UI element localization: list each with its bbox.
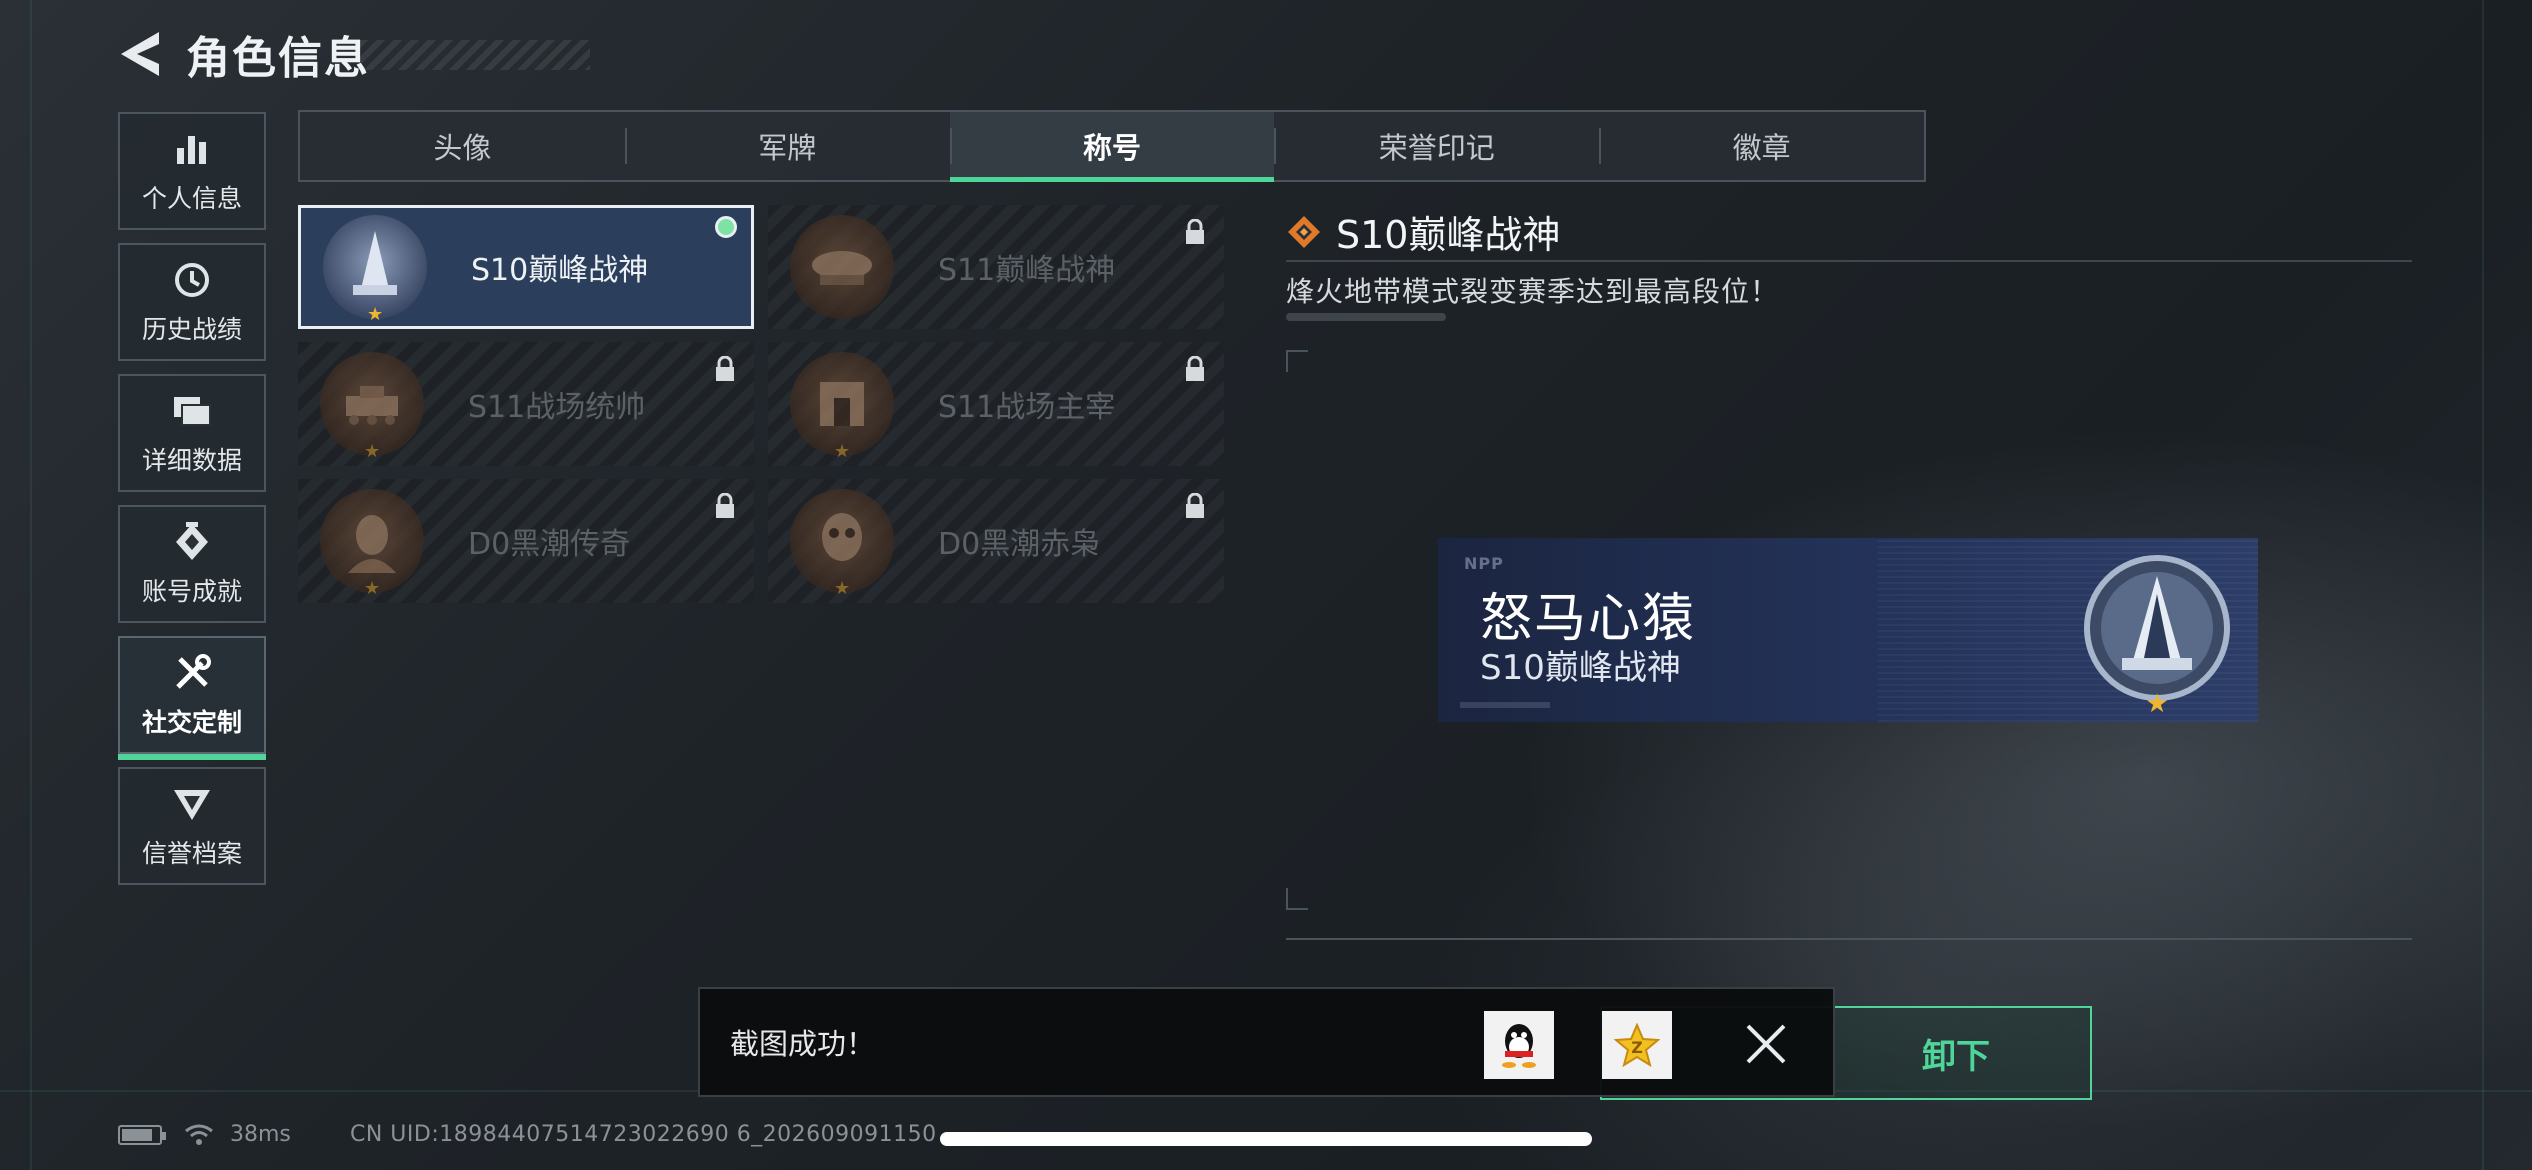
medal-icon [790,215,894,319]
plate-logo: NPP [1464,554,1504,573]
star-icon: ★ [364,578,381,599]
star-icon: ★ [364,441,381,462]
wifi-icon [185,1124,213,1145]
title-card-label: S11战场统帅 [468,390,646,425]
tab-dog-tag[interactable]: 军牌 [624,112,950,180]
medal-icon: ★ [790,352,894,462]
title-card-label: D0黑潮传奇 [468,527,631,562]
tab-title[interactable]: 称号 [949,112,1275,182]
svg-text:★: ★ [2145,689,2168,716]
qq-icon [1502,1024,1536,1068]
share-qq-button[interactable] [1484,1011,1554,1079]
detail-description: 烽火地带模式裂变赛季达到最高段位！ [1286,275,1780,308]
back-arrow-icon [121,32,159,76]
deco-line [30,0,32,1170]
tab-badge[interactable]: 徽章 [1599,112,1924,180]
blurred-text [1286,313,1446,321]
history-clock-icon [170,258,214,302]
medal-icon: ★ [320,352,424,462]
title-card-label: S11巅峰战神 [938,253,1116,288]
title-card-label: D0黑潮赤枭 [938,527,1101,562]
folder-icon [170,389,214,433]
close-button[interactable] [1735,1013,1797,1075]
title-card[interactable]: ★ S11战场主宰 [768,342,1224,466]
close-icon [1746,1024,1786,1064]
name-plate-preview: NPP 怒马心猿 S10巅峰战神 ★ [1438,538,2258,722]
toast-message: 截图成功！ [730,1027,876,1061]
star-icon: ★ [834,441,851,462]
title-card[interactable]: S11巅峰战神 [768,205,1224,329]
deco-line [2482,0,2484,1170]
medal-icon: ★ [790,489,894,599]
sidebar-item-achievements[interactable]: 账号成就 [118,505,266,623]
svg-text:Z: Z [1631,1038,1643,1057]
title-card[interactable]: ★ D0黑潮赤枭 [768,479,1224,603]
lock-icon [1186,356,1204,381]
user-uid: CN UID:18984407514723022690 6_2026090911… [350,1122,937,1147]
bar-chart-icon [170,127,214,171]
tab-bar: 头像 军牌 称号 荣誉印记 徽章 [298,110,1926,182]
home-indicator[interactable] [940,1132,1592,1146]
share-qzone-button[interactable]: Z [1602,1011,1672,1079]
medal-icon: ★ [320,489,424,599]
sidebar-item-label: 账号成就 [141,577,242,606]
sidebar-item-detailed-data[interactable]: 详细数据 [118,374,266,492]
lock-icon [716,493,734,518]
sidebar-item-label: 信誉档案 [141,839,242,868]
plate-title: S10巅峰战神 [1480,648,1681,688]
screenshot-toast: 截图成功！ Z [698,987,1835,1097]
medal-icon: ★ [2084,555,2230,716]
equipped-indicator [715,216,737,238]
lock-icon [1186,493,1204,518]
title-card-label: S11战场主宰 [938,390,1116,425]
reputation-icon [170,782,214,826]
title-card[interactable]: ★ S11战场统帅 [298,342,754,466]
detail-header: S10巅峰战神 [1286,204,1560,259]
ping-value: 38ms [230,1122,291,1147]
detail-title: S10巅峰战神 [1336,213,1561,257]
qzone-star-icon: Z [1614,1023,1660,1067]
lock-icon [1186,219,1204,244]
title-card-label: S10巅峰战神 [471,253,649,288]
divider [1286,938,2412,940]
lock-icon [716,356,734,381]
star-icon: ★ [834,578,851,599]
title-card[interactable]: ★ D0黑潮传奇 [298,479,754,603]
tab-honor-mark[interactable]: 荣誉印记 [1274,112,1599,180]
sidebar-item-label: 个人信息 [141,184,242,213]
page-title: 角色信息 [186,33,370,84]
back-button[interactable] [118,27,164,81]
header-decoration [360,40,590,70]
divider [1286,260,2412,262]
medal-icon: ★ [323,215,427,325]
diamond-icon [1288,215,1320,248]
sidebar-item-social-custom[interactable]: 社交定制 [118,636,266,760]
header: 角色信息 [118,22,370,86]
sidebar-item-personal-info[interactable]: 个人信息 [118,112,266,230]
sidebar-item-history[interactable]: 历史战绩 [118,243,266,361]
star-icon: ★ [367,304,384,325]
status-bar: 38ms [118,1122,291,1147]
sidebar-item-label: 详细数据 [141,446,242,475]
sidebar-item-label: 社交定制 [141,708,242,737]
unequip-label: 卸下 [1922,1036,1990,1077]
achievement-icon [170,520,214,564]
title-card[interactable]: ★ S10巅峰战神 [298,205,754,329]
tools-icon [170,651,214,695]
sidebar: 个人信息 历史战绩 详细数据 账号成就 社交定制 信誉档案 [118,112,266,898]
battery-icon [118,1124,166,1145]
sidebar-item-reputation[interactable]: 信誉档案 [118,767,266,885]
sidebar-item-label: 历史战绩 [141,315,242,344]
tab-avatar[interactable]: 头像 [300,112,625,180]
